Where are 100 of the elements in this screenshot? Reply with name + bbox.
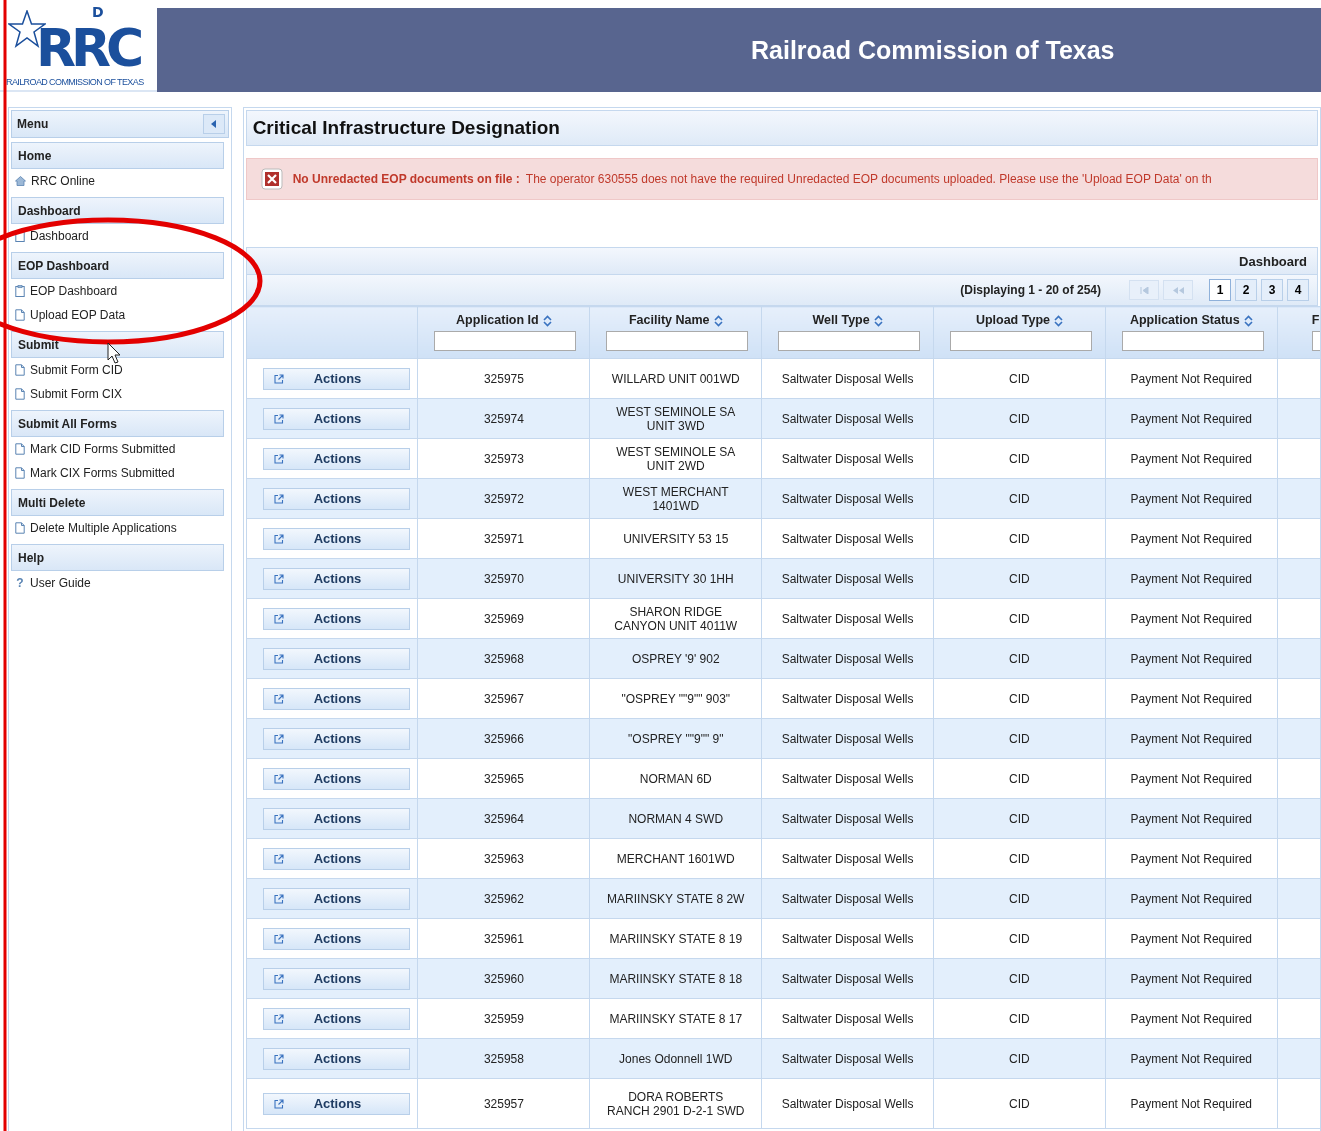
menu-link[interactable]: Submit Form CIX xyxy=(30,387,122,401)
actions-button[interactable]: Actions xyxy=(262,967,410,990)
menu-link[interactable]: Dashboard xyxy=(30,229,89,243)
filter-field[interactable] xyxy=(606,331,749,351)
menu-link[interactable]: EOP Dashboard xyxy=(30,284,118,298)
column-header[interactable]: Well Type xyxy=(812,313,870,327)
table-cell: Payment Not Required xyxy=(1105,438,1278,479)
table-cell: CID xyxy=(933,398,1106,439)
table-cell: CID xyxy=(933,798,1106,839)
column-header[interactable]: Upload Type xyxy=(975,313,1050,327)
page-button[interactable]: 1 xyxy=(1209,279,1231,301)
actions-button[interactable]: Actions xyxy=(262,567,410,590)
sort-icon xyxy=(713,314,723,327)
table-cell: MARIINSKY STATE 8 17 xyxy=(589,998,762,1039)
table-cell: Saltwater Disposal Wells xyxy=(761,838,934,879)
section-heading[interactable]: Dashboard xyxy=(11,197,224,224)
actions-button[interactable]: Actions xyxy=(262,447,410,470)
menu-link[interactable]: Mark CIX Forms Submitted xyxy=(30,466,175,480)
sort-icon xyxy=(542,314,552,327)
table-cell: NORMAN 6D xyxy=(589,758,762,799)
menu-link[interactable]: Upload EOP Data xyxy=(30,308,126,322)
actions-button[interactable]: Actions xyxy=(262,1092,410,1115)
page-button[interactable]: 3 xyxy=(1261,279,1283,301)
section-heading[interactable]: EOP Dashboard xyxy=(11,252,224,279)
table-cell: Saltwater Disposal Wells xyxy=(761,678,934,719)
section-heading[interactable]: Home xyxy=(11,142,224,169)
grid-caption: Dashboard xyxy=(1239,253,1307,269)
column-header[interactable]: F xyxy=(1311,313,1320,327)
menu-link[interactable]: User Guide xyxy=(30,576,91,590)
table-cell: Saltwater Disposal Wells xyxy=(761,1078,934,1129)
table-cell: CID xyxy=(933,558,1106,599)
table-cell: CID xyxy=(933,758,1106,799)
column-header[interactable]: Facility Name xyxy=(628,313,710,327)
actions-button[interactable]: Actions xyxy=(262,767,410,790)
document-icon xyxy=(15,467,25,479)
page-button[interactable]: 4 xyxy=(1287,279,1309,301)
actions-button[interactable]: Actions xyxy=(262,407,410,430)
table-cell: MARIINSKY STATE 8 19 xyxy=(589,918,762,959)
table-cell: 325963 xyxy=(418,838,590,879)
table-cell: "OSPREY ""9"" 9" xyxy=(589,718,762,759)
table-cell: CID xyxy=(933,598,1106,639)
section-heading[interactable]: Submit All Forms xyxy=(11,410,224,437)
filter-field[interactable] xyxy=(1121,331,1264,351)
actions-button[interactable]: Actions xyxy=(262,807,410,830)
cursor-icon xyxy=(107,342,121,364)
collapse-button[interactable] xyxy=(202,114,225,134)
actions-button[interactable]: Actions xyxy=(262,487,410,510)
column-header[interactable]: Application Status xyxy=(1129,313,1240,327)
external-link-icon xyxy=(273,493,284,504)
table-cell: Payment Not Required xyxy=(1105,798,1278,839)
clipboard-icon xyxy=(15,230,25,242)
external-link-icon xyxy=(273,973,284,984)
menu-link[interactable]: Mark CID Forms Submitted xyxy=(30,442,176,456)
clipboard-icon xyxy=(15,285,25,297)
filter-field[interactable] xyxy=(434,331,577,351)
table-cell: 325971 xyxy=(418,518,590,559)
actions-button[interactable]: Actions xyxy=(262,847,410,870)
actions-button[interactable]: Actions xyxy=(262,527,410,550)
table-cell: DORA ROBERTS RANCH 2901 D-2-1 SWD xyxy=(589,1078,762,1129)
actions-button[interactable]: Actions xyxy=(262,1047,410,1070)
first-page-button[interactable] xyxy=(1129,280,1159,300)
table-cell: CID xyxy=(933,718,1106,759)
external-link-icon xyxy=(273,453,284,464)
filter-field[interactable] xyxy=(778,331,921,351)
table-cell: CID xyxy=(933,678,1106,719)
actions-button[interactable]: Actions xyxy=(262,927,410,950)
actions-button[interactable]: Actions xyxy=(262,367,410,390)
table-cell: 325969 xyxy=(418,598,590,639)
table-cell: 325968 xyxy=(418,638,590,679)
table-cell: CID xyxy=(933,878,1106,919)
actions-button[interactable]: Actions xyxy=(262,647,410,670)
actions-button[interactable]: Actions xyxy=(262,887,410,910)
section-heading[interactable]: Help xyxy=(11,544,224,571)
table-cell: Saltwater Disposal Wells xyxy=(761,918,934,959)
close-icon[interactable] xyxy=(260,168,283,190)
actions-button[interactable]: Actions xyxy=(262,727,410,750)
filter-field[interactable] xyxy=(950,331,1092,351)
menu-link[interactable]: Delete Multiple Applications xyxy=(30,521,177,535)
alert-message: No Unredacted EOP documents on file : The operator 630555 does not have the required Unredacted EOP documents uploaded. Please use the 'Upload EOP Data' on th xyxy=(292,172,1212,186)
table-cell: MARIINSKY STATE 8 2W xyxy=(589,878,762,919)
actions-button[interactable]: Actions xyxy=(262,607,410,630)
table-cell: Payment Not Required xyxy=(1105,598,1278,639)
actions-button[interactable]: Actions xyxy=(262,687,410,710)
table-cell: SHARON RIDGE CANYON UNIT 4011W xyxy=(589,598,762,639)
table-cell: Payment Not Required xyxy=(1105,718,1278,759)
actions-button[interactable]: Actions xyxy=(262,1007,410,1030)
page-button[interactable]: 2 xyxy=(1235,279,1257,301)
menu-link[interactable]: Submit Form CID xyxy=(30,363,123,377)
table-cell: Payment Not Required xyxy=(1105,878,1278,919)
table-cell: Payment Not Required xyxy=(1105,558,1278,599)
table-cell: "OSPREY ""9"" 903" xyxy=(589,678,762,719)
table-cell: Saltwater Disposal Wells xyxy=(761,478,934,519)
table-cell: CID xyxy=(933,638,1106,679)
previous-page-button[interactable] xyxy=(1163,280,1193,300)
table-cell: CID xyxy=(933,998,1106,1039)
menu-link[interactable]: RRC Online xyxy=(31,174,96,188)
column-header[interactable]: Application Id xyxy=(456,313,539,327)
external-link-icon xyxy=(273,1013,284,1024)
section-heading[interactable]: Multi Delete xyxy=(11,489,224,516)
table-cell: WEST SEMINOLE SA UNIT 3WD xyxy=(589,398,762,439)
